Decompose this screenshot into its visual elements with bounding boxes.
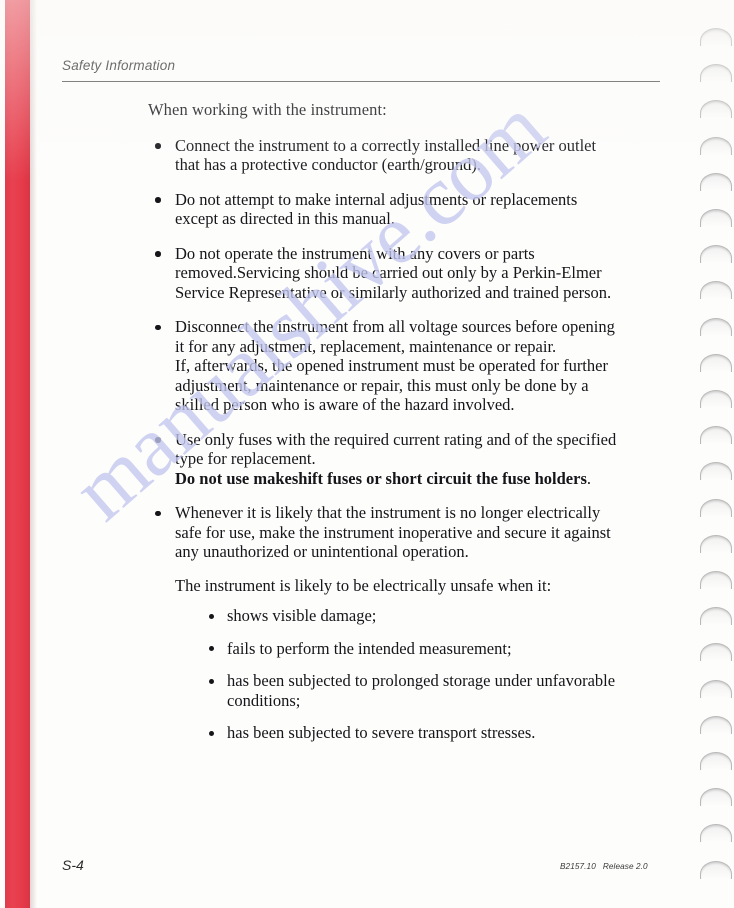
manual-page: Safety Information When working with the… (0, 0, 734, 908)
binder-punch-mark (700, 136, 732, 155)
footer-doc-number: B2157.10 (560, 862, 596, 871)
bullet-text-line: except as directed in this manual. (175, 209, 395, 228)
bullet-text-line: removed.Servicing should be carried out … (175, 263, 602, 282)
bullet-text-line: it for any adjustment, replacement, main… (175, 336, 557, 356)
binder-punch-mark (700, 462, 732, 481)
header-rule (62, 81, 660, 82)
safety-bullet-item: Whenever it is likely that the instrumen… (148, 503, 660, 743)
binder-punch-mark (700, 28, 732, 46)
binder-punch-mark (700, 571, 732, 589)
bullet-text-line: Whenever it is likely that the instrumen… (175, 503, 601, 522)
binder-punch-mark (700, 534, 732, 553)
header-title: Safety Information (62, 58, 176, 73)
binder-punch-mark (700, 353, 732, 372)
safety-bullet-item: Connect the instrument to a correctly in… (148, 136, 660, 175)
bullet-text-line: adjustment, maintenance or repair, this … (175, 375, 589, 395)
bullet-text-line: safe for use, make the instrument inoper… (175, 522, 611, 542)
running-header: Safety Information (62, 58, 662, 73)
bullet-emphasis-line: Do not use makeshift fuses or short circ… (175, 468, 592, 488)
footer-page-number: S-4 (62, 857, 84, 873)
binder-punch-mark (700, 172, 732, 191)
footer-document-info: B2157.10 Release 2.0 (560, 862, 648, 871)
sub-bullet-text-line: has been subjected to severe transport s… (227, 723, 536, 742)
binder-punch-mark (700, 281, 732, 300)
binder-punch-mark (700, 390, 732, 408)
bullet-text-line: any unauthorized or unintentional operat… (175, 542, 469, 561)
bullet-text-line: Use only fuses with the required current… (175, 429, 617, 449)
body-content: When working with the instrument: Connec… (148, 100, 660, 758)
safety-bullet-item: Disconnect the instrument from all volta… (148, 317, 660, 415)
binder-punch-column (694, 0, 734, 908)
binder-punch-mark (700, 679, 732, 698)
binder-punch-mark (700, 317, 732, 336)
sub-list-intro: The instrument is likely to be electrica… (175, 575, 552, 595)
sub-bullet-text-line: shows visible damage; (227, 606, 377, 625)
unsafe-condition-item: fails to perform the intended measuremen… (203, 639, 660, 659)
unsafe-condition-item: shows visible damage; (203, 606, 660, 626)
bullet-text-line: Service Representative or similarly auth… (175, 282, 612, 302)
binder-punch-mark (700, 245, 732, 264)
binder-punch-mark (700, 860, 732, 879)
binder-punch-mark (700, 643, 732, 662)
binder-punch-mark (700, 715, 732, 734)
bullet-text-line: Do not attempt to make internal adjustme… (175, 189, 578, 209)
binder-punch-mark (700, 100, 732, 119)
red-spine-bar (5, 0, 30, 908)
bullet-text-line: If, afterwards, the opened instrument mu… (175, 356, 608, 375)
footer-release: Release 2.0 (602, 862, 648, 871)
safety-bullet-item: Use only fuses with the required current… (148, 430, 660, 489)
unsafe-condition-list: shows visible damage; fails to perform th… (175, 606, 660, 743)
binder-punch-mark (700, 788, 732, 807)
spine-shadow (30, 0, 37, 908)
safety-bullet-item: Do not attempt to make internal adjustme… (148, 190, 660, 229)
binder-punch-mark (700, 498, 732, 517)
unsafe-condition-item: has been subjected to prolonged storage … (203, 671, 660, 710)
safety-bullet-list: Connect the instrument to a correctly in… (148, 136, 660, 743)
bullet-text-line: Connect the instrument to a correctly in… (175, 135, 597, 155)
sub-bullet-text-line: fails to perform the intended measuremen… (227, 638, 512, 658)
binder-punch-mark (700, 607, 732, 626)
intro-paragraph: When working with the instrument: (148, 100, 387, 119)
unsafe-condition-item: has been subjected to severe transport s… (203, 723, 660, 743)
bullet-text-line: skilled person who is aware of the hazar… (175, 395, 515, 414)
bullet-emphasis-suffix: . (586, 468, 592, 488)
binder-punch-mark (700, 824, 732, 843)
binder-punch-mark (700, 209, 732, 227)
bullet-text-line: type for replacement. (175, 449, 316, 468)
bullet-text-line: Disconnect the instrument from all volta… (175, 317, 615, 336)
sub-bullet-text-line: conditions; (227, 690, 301, 710)
binder-punch-mark (700, 64, 732, 83)
bullet-text-line: that has a protective conductor (earth/g… (175, 155, 482, 174)
safety-bullet-item: Do not operate the instrument with any c… (148, 244, 660, 303)
sub-bullet-text-line: has been subjected to prolonged storage … (227, 671, 616, 690)
bullet-text-line: Do not operate the instrument with any c… (175, 243, 535, 263)
binder-punch-mark (700, 426, 732, 445)
binder-punch-mark (700, 752, 732, 770)
